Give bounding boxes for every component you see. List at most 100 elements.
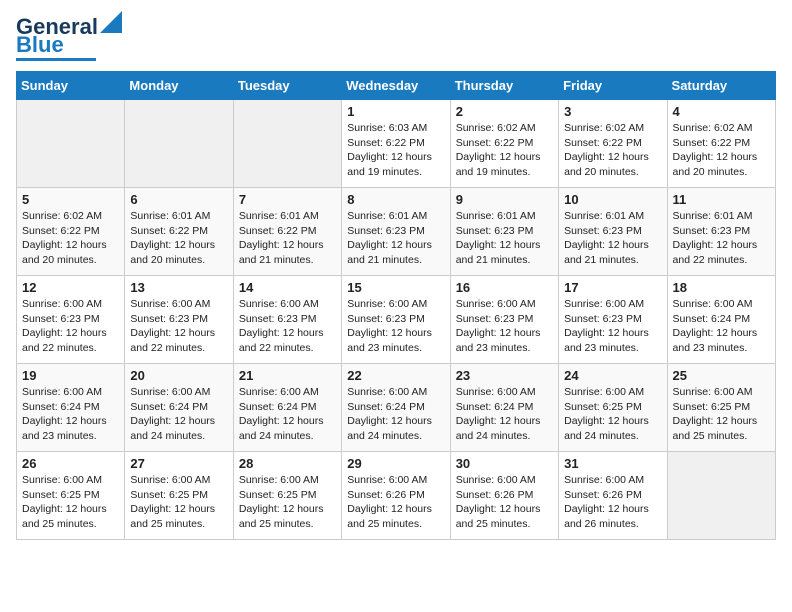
- calendar-cell: 30 Sunrise: 6:00 AM Sunset: 6:26 PM Dayli…: [450, 452, 558, 540]
- day-number: 11: [673, 192, 770, 207]
- cell-info: Sunrise: 6:00 AM Sunset: 6:26 PM Dayligh…: [564, 473, 661, 532]
- calendar-cell: 31 Sunrise: 6:00 AM Sunset: 6:26 PM Dayli…: [559, 452, 667, 540]
- day-number: 27: [130, 456, 227, 471]
- calendar-cell: 24 Sunrise: 6:00 AM Sunset: 6:25 PM Dayli…: [559, 364, 667, 452]
- calendar-cell: 16 Sunrise: 6:00 AM Sunset: 6:23 PM Dayli…: [450, 276, 558, 364]
- cell-info: Sunrise: 6:01 AM Sunset: 6:22 PM Dayligh…: [239, 209, 336, 268]
- cell-info: Sunrise: 6:00 AM Sunset: 6:26 PM Dayligh…: [347, 473, 444, 532]
- calendar-cell: [125, 100, 233, 188]
- calendar-cell: [667, 452, 775, 540]
- day-number: 7: [239, 192, 336, 207]
- calendar-cell: 22 Sunrise: 6:00 AM Sunset: 6:24 PM Dayli…: [342, 364, 450, 452]
- day-number: 23: [456, 368, 553, 383]
- logo-icon: [100, 11, 122, 33]
- weekday-header-saturday: Saturday: [667, 72, 775, 100]
- cell-info: Sunrise: 6:00 AM Sunset: 6:26 PM Dayligh…: [456, 473, 553, 532]
- cell-info: Sunrise: 6:02 AM Sunset: 6:22 PM Dayligh…: [673, 121, 770, 180]
- calendar-cell: 26 Sunrise: 6:00 AM Sunset: 6:25 PM Dayli…: [17, 452, 125, 540]
- day-number: 30: [456, 456, 553, 471]
- calendar-cell: 14 Sunrise: 6:00 AM Sunset: 6:23 PM Dayli…: [233, 276, 341, 364]
- day-number: 5: [22, 192, 119, 207]
- weekday-header-sunday: Sunday: [17, 72, 125, 100]
- page-header: General Blue: [16, 16, 776, 61]
- day-number: 4: [673, 104, 770, 119]
- calendar-cell: 29 Sunrise: 6:00 AM Sunset: 6:26 PM Dayli…: [342, 452, 450, 540]
- day-number: 15: [347, 280, 444, 295]
- cell-info: Sunrise: 6:01 AM Sunset: 6:22 PM Dayligh…: [130, 209, 227, 268]
- cell-info: Sunrise: 6:00 AM Sunset: 6:24 PM Dayligh…: [130, 385, 227, 444]
- day-number: 24: [564, 368, 661, 383]
- logo-line: [16, 58, 96, 61]
- cell-info: Sunrise: 6:00 AM Sunset: 6:25 PM Dayligh…: [130, 473, 227, 532]
- calendar-cell: 1 Sunrise: 6:03 AM Sunset: 6:22 PM Daylig…: [342, 100, 450, 188]
- day-number: 28: [239, 456, 336, 471]
- cell-info: Sunrise: 6:00 AM Sunset: 6:23 PM Dayligh…: [456, 297, 553, 356]
- calendar-cell: 9Sunrise: 6:01 AM Sunset: 6:23 PM Daylig…: [450, 188, 558, 276]
- day-number: 12: [22, 280, 119, 295]
- cell-info: Sunrise: 6:00 AM Sunset: 6:24 PM Dayligh…: [347, 385, 444, 444]
- calendar-cell: 19Sunrise: 6:00 AM Sunset: 6:24 PM Dayli…: [17, 364, 125, 452]
- cell-info: Sunrise: 6:02 AM Sunset: 6:22 PM Dayligh…: [456, 121, 553, 180]
- calendar-cell: 11 Sunrise: 6:01 AM Sunset: 6:23 PM Dayli…: [667, 188, 775, 276]
- day-number: 29: [347, 456, 444, 471]
- day-number: 31: [564, 456, 661, 471]
- day-number: 16: [456, 280, 553, 295]
- calendar-cell: 21Sunrise: 6:00 AM Sunset: 6:24 PM Dayli…: [233, 364, 341, 452]
- cell-info: Sunrise: 6:00 AM Sunset: 6:25 PM Dayligh…: [564, 385, 661, 444]
- week-row-2: 5 Sunrise: 6:02 AM Sunset: 6:22 PM Daylig…: [17, 188, 776, 276]
- day-number: 17: [564, 280, 661, 295]
- calendar-cell: 17 Sunrise: 6:00 AM Sunset: 6:23 PM Dayli…: [559, 276, 667, 364]
- day-number: 6: [130, 192, 227, 207]
- calendar-cell: 10 Sunrise: 6:01 AM Sunset: 6:23 PM Dayli…: [559, 188, 667, 276]
- cell-info: Sunrise: 6:01 AM Sunset: 6:23 PM Dayligh…: [347, 209, 444, 268]
- cell-info: Sunrise: 6:00 AM Sunset: 6:23 PM Dayligh…: [239, 297, 336, 356]
- weekday-header-tuesday: Tuesday: [233, 72, 341, 100]
- calendar-cell: 23 Sunrise: 6:00 AM Sunset: 6:24 PM Dayli…: [450, 364, 558, 452]
- calendar-cell: 13Sunrise: 6:00 AM Sunset: 6:23 PM Dayli…: [125, 276, 233, 364]
- calendar-cell: 25Sunrise: 6:00 AM Sunset: 6:25 PM Dayli…: [667, 364, 775, 452]
- cell-info: Sunrise: 6:01 AM Sunset: 6:23 PM Dayligh…: [564, 209, 661, 268]
- calendar-table: SundayMondayTuesdayWednesdayThursdayFrid…: [16, 71, 776, 540]
- calendar-cell: 6 Sunrise: 6:01 AM Sunset: 6:22 PM Daylig…: [125, 188, 233, 276]
- weekday-header-row: SundayMondayTuesdayWednesdayThursdayFrid…: [17, 72, 776, 100]
- cell-info: Sunrise: 6:00 AM Sunset: 6:23 PM Dayligh…: [564, 297, 661, 356]
- calendar-cell: [17, 100, 125, 188]
- calendar-cell: 3Sunrise: 6:02 AM Sunset: 6:22 PM Daylig…: [559, 100, 667, 188]
- calendar-cell: 12Sunrise: 6:00 AM Sunset: 6:23 PM Dayli…: [17, 276, 125, 364]
- day-number: 1: [347, 104, 444, 119]
- day-number: 20: [130, 368, 227, 383]
- day-number: 19: [22, 368, 119, 383]
- day-number: 13: [130, 280, 227, 295]
- cell-info: Sunrise: 6:00 AM Sunset: 6:24 PM Dayligh…: [673, 297, 770, 356]
- calendar-cell: 5 Sunrise: 6:02 AM Sunset: 6:22 PM Daylig…: [17, 188, 125, 276]
- day-number: 21: [239, 368, 336, 383]
- calendar-cell: 20 Sunrise: 6:00 AM Sunset: 6:24 PM Dayli…: [125, 364, 233, 452]
- weekday-header-thursday: Thursday: [450, 72, 558, 100]
- calendar-cell: 15 Sunrise: 6:00 AM Sunset: 6:23 PM Dayli…: [342, 276, 450, 364]
- week-row-5: 26 Sunrise: 6:00 AM Sunset: 6:25 PM Dayli…: [17, 452, 776, 540]
- day-number: 10: [564, 192, 661, 207]
- logo-blue: Blue: [16, 34, 64, 56]
- cell-info: Sunrise: 6:00 AM Sunset: 6:25 PM Dayligh…: [22, 473, 119, 532]
- cell-info: Sunrise: 6:01 AM Sunset: 6:23 PM Dayligh…: [673, 209, 770, 268]
- day-number: 25: [673, 368, 770, 383]
- weekday-header-friday: Friday: [559, 72, 667, 100]
- calendar-cell: 4 Sunrise: 6:02 AM Sunset: 6:22 PM Daylig…: [667, 100, 775, 188]
- cell-info: Sunrise: 6:00 AM Sunset: 6:23 PM Dayligh…: [347, 297, 444, 356]
- cell-info: Sunrise: 6:03 AM Sunset: 6:22 PM Dayligh…: [347, 121, 444, 180]
- calendar-cell: 7 Sunrise: 6:01 AM Sunset: 6:22 PM Daylig…: [233, 188, 341, 276]
- day-number: 18: [673, 280, 770, 295]
- calendar-cell: 8Sunrise: 6:01 AM Sunset: 6:23 PM Daylig…: [342, 188, 450, 276]
- week-row-4: 19 Sunrise: 6:00 AM Sunset: 6:24 PM Dayli…: [17, 364, 776, 452]
- calendar-body: 1 Sunrise: 6:03 AM Sunset: 6:22 PM Daylig…: [17, 100, 776, 540]
- cell-info: Sunrise: 6:00 AM Sunset: 6:25 PM Dayligh…: [239, 473, 336, 532]
- cell-info: Sunrise: 6:02 AM Sunset: 6:22 PM Dayligh…: [22, 209, 119, 268]
- weekday-header-monday: Monday: [125, 72, 233, 100]
- day-number: 2: [456, 104, 553, 119]
- day-number: 26: [22, 456, 119, 471]
- calendar-cell: 18 Sunrise: 6:00 AM Sunset: 6:24 PM Dayli…: [667, 276, 775, 364]
- day-number: 22: [347, 368, 444, 383]
- weekday-header-wednesday: Wednesday: [342, 72, 450, 100]
- day-number: 14: [239, 280, 336, 295]
- cell-info: Sunrise: 6:00 AM Sunset: 6:24 PM Dayligh…: [456, 385, 553, 444]
